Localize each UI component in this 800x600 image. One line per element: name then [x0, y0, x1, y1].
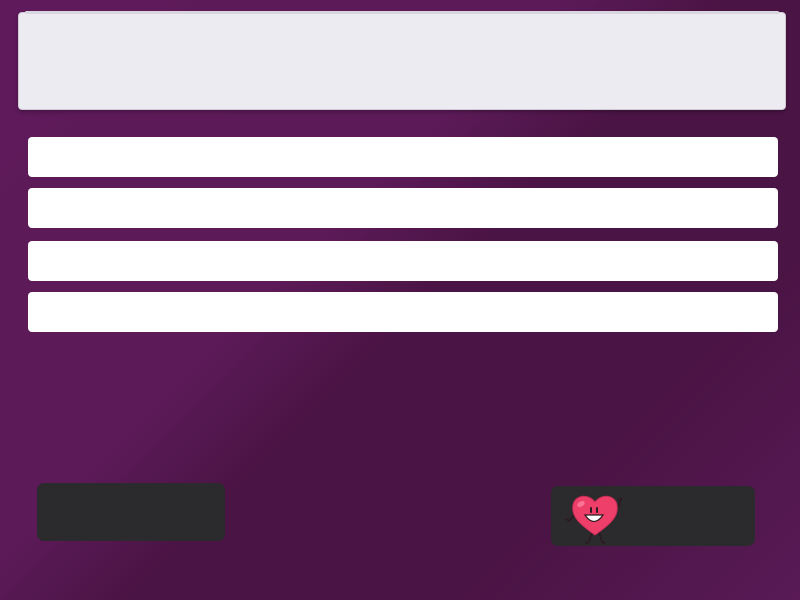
question-text — [39, 13, 765, 109]
answer-option-2[interactable] — [28, 188, 778, 228]
answer-option-3[interactable] — [28, 241, 778, 281]
question-panel — [18, 11, 786, 110]
smiling-heart-icon — [565, 495, 623, 544]
answer-option-1[interactable] — [28, 137, 778, 177]
answer-list — [28, 137, 778, 343]
answer-option-4[interactable] — [28, 292, 778, 332]
right-action-button[interactable] — [551, 486, 755, 546]
left-action-button[interactable] — [37, 483, 225, 541]
